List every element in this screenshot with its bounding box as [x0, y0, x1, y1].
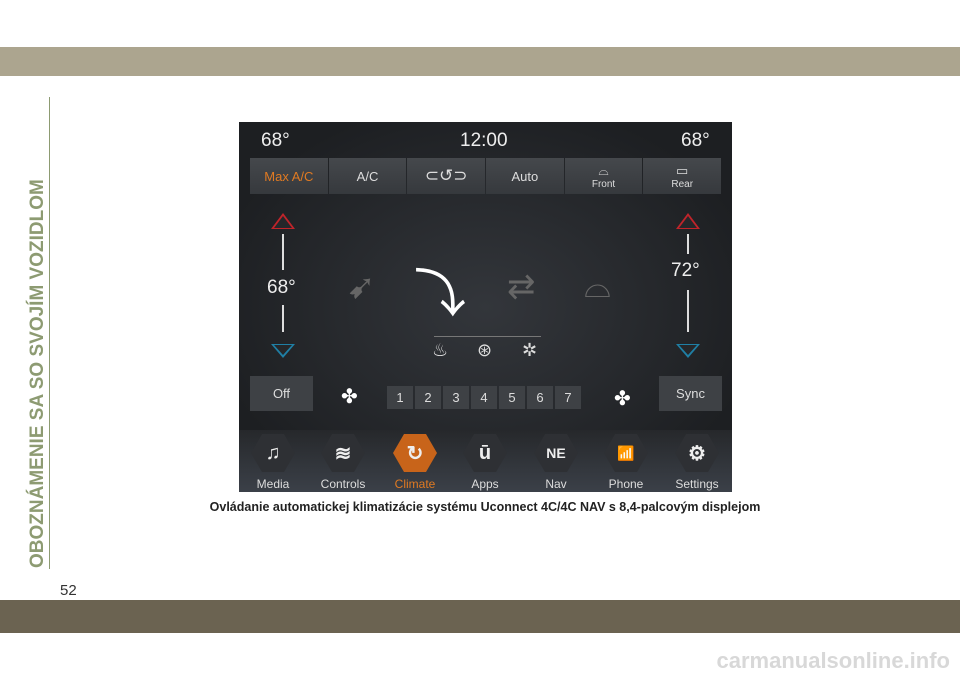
nav-label: Phone — [608, 477, 644, 491]
panel-mode-icon[interactable]: ➹ — [347, 267, 376, 307]
fan-speed-1[interactable]: 1 — [387, 386, 413, 409]
heated-seat-icon[interactable]: ♨ — [432, 340, 448, 361]
left-temp-status: 68° — [261, 130, 290, 151]
nav-label: Media — [256, 477, 290, 491]
nav-controls[interactable]: ≋ Controls — [313, 434, 373, 491]
max-ac-button[interactable]: Max A/C — [250, 158, 328, 194]
ac-label: A/C — [356, 168, 379, 184]
climate-icon: ↻ — [393, 434, 437, 472]
fan-speed-4[interactable]: 4 — [471, 386, 497, 409]
nav-media[interactable]: ♫ Media — [243, 434, 303, 491]
nav-label: Controls — [320, 477, 366, 491]
driver-temp: 68° — [267, 277, 296, 298]
max-ac-label: Max A/C — [264, 168, 314, 184]
fan-up-icon[interactable]: ✤ — [614, 386, 631, 411]
front-defrost-icon: ⌓ — [598, 162, 609, 178]
heated-steering-wheel-icon[interactable]: ⊛ — [477, 340, 492, 361]
figure-caption: Ovládanie automatickej klimatizácie syst… — [209, 500, 761, 514]
passenger-temp: 72° — [671, 260, 700, 281]
fan-speed-2[interactable]: 2 — [415, 386, 441, 409]
fan-down-icon[interactable]: ✤ — [341, 384, 358, 409]
signal-bluetooth-icon: 📶 — [604, 434, 648, 472]
recirculation-button[interactable]: ⊂↺⊃ — [407, 158, 486, 194]
fan-speed-7[interactable]: 7 — [555, 386, 581, 409]
passenger-temp-up-button[interactable] — [676, 213, 700, 229]
passenger-temp-down-button[interactable] — [676, 344, 700, 358]
rear-label: Rear — [671, 178, 694, 190]
footer-band — [0, 600, 960, 633]
watermark: carmanualsonline.info — [716, 648, 951, 673]
header-band — [0, 47, 960, 76]
divider — [434, 336, 541, 337]
sidebar-divider — [49, 97, 50, 569]
fan-speed-5[interactable]: 5 — [499, 386, 525, 409]
top-button-row: Max A/C A/C ⊂↺⊃ Auto ⌓ Front ▭ Rear — [250, 158, 722, 194]
bilevel-mode-icon[interactable]: ⇄ — [507, 267, 536, 307]
front-label: Front — [591, 178, 616, 190]
nav-apps[interactable]: ū Apps — [455, 434, 515, 491]
off-button[interactable]: Off — [250, 376, 313, 411]
recirculation-icon: ⊂↺⊃ — [424, 166, 468, 185]
nav-label: Climate — [394, 477, 436, 491]
fan-speed-3[interactable]: 3 — [443, 386, 469, 409]
driver-temp-up-button[interactable] — [271, 213, 295, 229]
floor-mode-icon[interactable]: ⤵ — [414, 252, 466, 327]
driver-temp-down-button[interactable] — [271, 344, 295, 358]
nav-phone[interactable]: 📶 Phone — [596, 434, 656, 491]
driver-temp-slider-upper[interactable] — [282, 234, 284, 270]
nav-label: Nav — [545, 477, 567, 491]
controls-seat-icon: ≋ — [321, 434, 365, 472]
defrost-floor-mode-icon[interactable]: ⌓ — [584, 267, 611, 306]
passenger-temp-slider-upper[interactable] — [687, 234, 689, 254]
page-number: 52 — [60, 582, 77, 599]
nav-nav[interactable]: NE Nav — [526, 434, 586, 491]
nav-label: Settings — [675, 477, 719, 491]
right-temp-status: 68° — [681, 130, 710, 151]
auto-label: Auto — [511, 168, 539, 184]
ac-button[interactable]: A/C — [328, 158, 407, 194]
clock: 12:00 — [460, 130, 508, 151]
gear-icon: ⚙ — [675, 434, 719, 472]
sync-button[interactable]: Sync — [659, 376, 722, 411]
bottom-nav: ♫ Media ≋ Controls ↻ Climate ū Apps NE Nav 📶 P… — [239, 430, 732, 492]
passenger-temp-slider-lower[interactable] — [687, 290, 689, 332]
nav-climate[interactable]: ↻ Climate — [385, 434, 445, 491]
nav-settings[interactable]: ⚙ Settings — [667, 434, 727, 491]
nav-label: Apps — [471, 477, 499, 491]
uconnect-apps-icon: ū — [463, 434, 507, 472]
ventilated-seat-icon[interactable]: ✲ — [522, 340, 537, 361]
front-defrost-button[interactable]: ⌓ Front — [564, 158, 643, 194]
climate-screen: 68° 12:00 68° Max A/C A/C ⊂↺⊃ Auto ⌓ Fron… — [239, 122, 732, 492]
fan-speed-6[interactable]: 6 — [527, 386, 553, 409]
driver-temp-slider-lower[interactable] — [282, 305, 284, 332]
auto-button[interactable]: Auto — [486, 158, 564, 194]
compass-icon: NE — [534, 434, 578, 472]
music-note-icon: ♫ — [251, 434, 295, 472]
fan-speed-selector: 1 2 3 4 5 6 7 — [387, 386, 581, 409]
rear-defrost-icon: ▭ — [676, 162, 689, 178]
rear-defrost-button[interactable]: ▭ Rear — [643, 158, 722, 194]
section-title: OBOZNÁMENIE SA SO SVOJÍM VOZIDLOM — [27, 179, 48, 568]
